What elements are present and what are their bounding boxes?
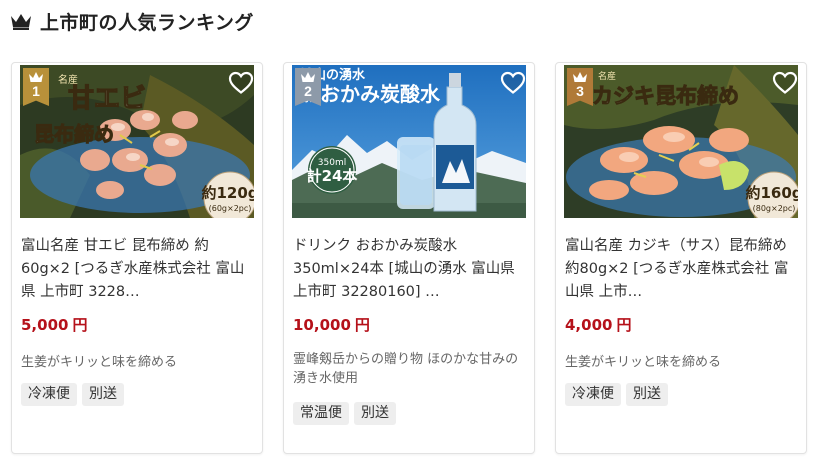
image-product-name: おおかみ炭酸水	[300, 82, 441, 106]
product-description: 生姜がキリッと味を締める	[565, 355, 722, 370]
shipping-tags: 冷凍便 別送	[565, 383, 668, 406]
product-description: 生姜がキリッと味を締める	[21, 355, 178, 370]
rank-badge-silver: 2	[295, 68, 321, 106]
shipping-tags: 常温便 別送	[293, 402, 396, 425]
product-image[interactable]: カジキ昆布締め 名産 約160g (80g×2pc)	[564, 65, 798, 218]
crown-icon	[29, 72, 43, 82]
crown-icon	[11, 14, 31, 30]
rank-number: 1	[32, 83, 40, 99]
crown-icon	[573, 72, 587, 82]
heart-outline-icon[interactable]	[228, 71, 254, 95]
product-description: 霊峰剱岳からの贈り物 ほのかな甘みの湧き水使用	[293, 352, 519, 386]
tag-frozen: 冷凍便	[565, 383, 621, 406]
image-title: 甘エビ	[68, 84, 146, 114]
image-corner-label: 名産	[58, 73, 78, 86]
price-value: 4,000	[565, 316, 613, 334]
rank-badge-bronze: 3	[567, 68, 593, 106]
rank-number: 2	[304, 83, 312, 99]
rank-number: 3	[576, 83, 584, 99]
product-image[interactable]: 甘エビ 昆布締め 名産 約120g (60g×2pc)	[20, 65, 254, 218]
product-price: 4,000 円	[565, 314, 631, 335]
ranking-header: 上市町の人気ランキング	[10, 8, 254, 34]
tag-separate: 別送	[626, 383, 668, 406]
heart-outline-icon[interactable]	[772, 71, 798, 95]
product-card[interactable]: カジキ昆布締め 名産 約160g (80g×2pc) 3 富山名産 カジキ（サス…	[555, 62, 807, 454]
product-image[interactable]: 城山の湧水 おおかみ炭酸水 350ml 計24本	[292, 65, 526, 218]
heart-outline-icon[interactable]	[500, 71, 526, 95]
product-name[interactable]: 富山名産 甘エビ 昆布締め 約60g×2 [つるぎ水産株式会社 富山県 上市町 …	[21, 235, 255, 304]
section-title: 上市町の人気ランキング	[40, 11, 254, 34]
product-name[interactable]: 富山名産 カジキ（サス）昆布締め 約80g×2 [つるぎ水産株式会社 富山県 上…	[565, 235, 799, 304]
image-corner-label: 名産	[598, 70, 616, 82]
image-weight: 約120g	[201, 184, 254, 202]
image-count: 計24本	[307, 167, 358, 185]
price-currency: 円	[616, 316, 632, 334]
product-price: 10,000 円	[293, 314, 370, 335]
price-currency: 円	[72, 316, 88, 334]
product-card[interactable]: 城山の湧水 おおかみ炭酸水 350ml 計24本 2 ドリンク おおかみ炭酸水 …	[283, 62, 535, 454]
crown-icon	[301, 72, 315, 82]
price-value: 10,000	[293, 316, 351, 334]
tag-separate: 別送	[82, 383, 124, 406]
product-price: 5,000 円	[21, 314, 87, 335]
image-weight-detail: (80g×2pc)	[753, 204, 796, 213]
price-value: 5,000	[21, 316, 69, 334]
image-title: カジキ昆布締め	[592, 84, 739, 108]
image-subtitle: 昆布締め	[34, 122, 114, 146]
price-currency: 円	[354, 316, 370, 334]
image-weight: 約160g	[745, 184, 798, 202]
product-card[interactable]: 甘エビ 昆布締め 名産 約120g (60g×2pc) 1 富山名産 甘エビ 昆…	[11, 62, 263, 454]
tag-frozen: 冷凍便	[21, 383, 77, 406]
product-name[interactable]: ドリンク おおかみ炭酸水 350ml×24本 [城山の湧水 富山県 上市町 32…	[293, 235, 527, 304]
image-weight-detail: (60g×2pc)	[209, 204, 252, 213]
tag-ambient: 常温便	[293, 402, 349, 425]
tag-separate: 別送	[354, 402, 396, 425]
rank-badge-gold: 1	[23, 68, 49, 106]
shipping-tags: 冷凍便 別送	[21, 383, 124, 406]
